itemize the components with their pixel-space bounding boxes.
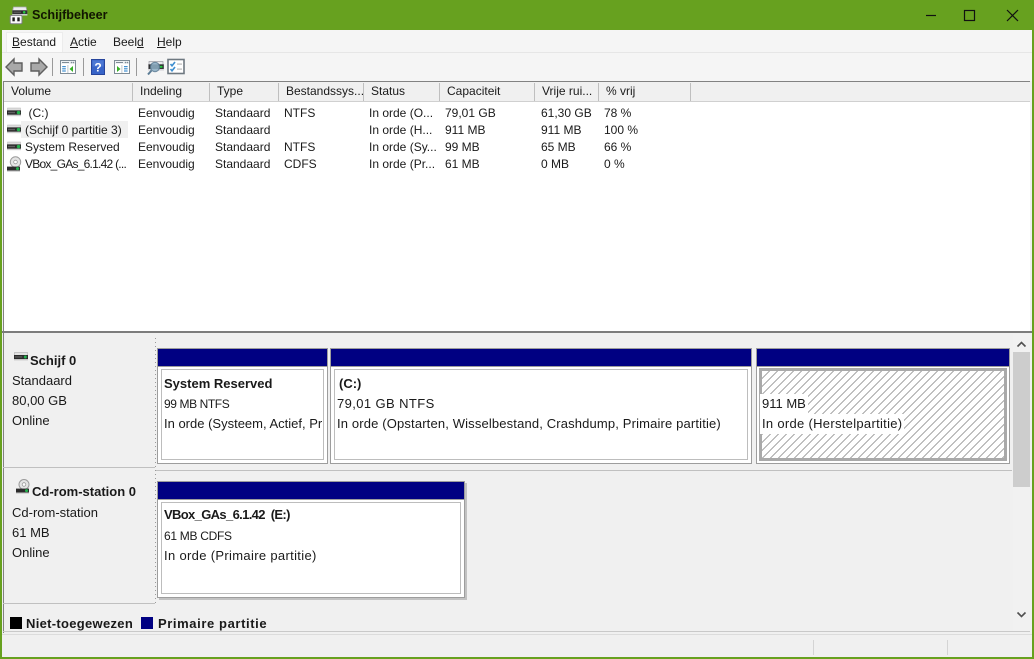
svg-text:?: ?: [94, 61, 101, 75]
